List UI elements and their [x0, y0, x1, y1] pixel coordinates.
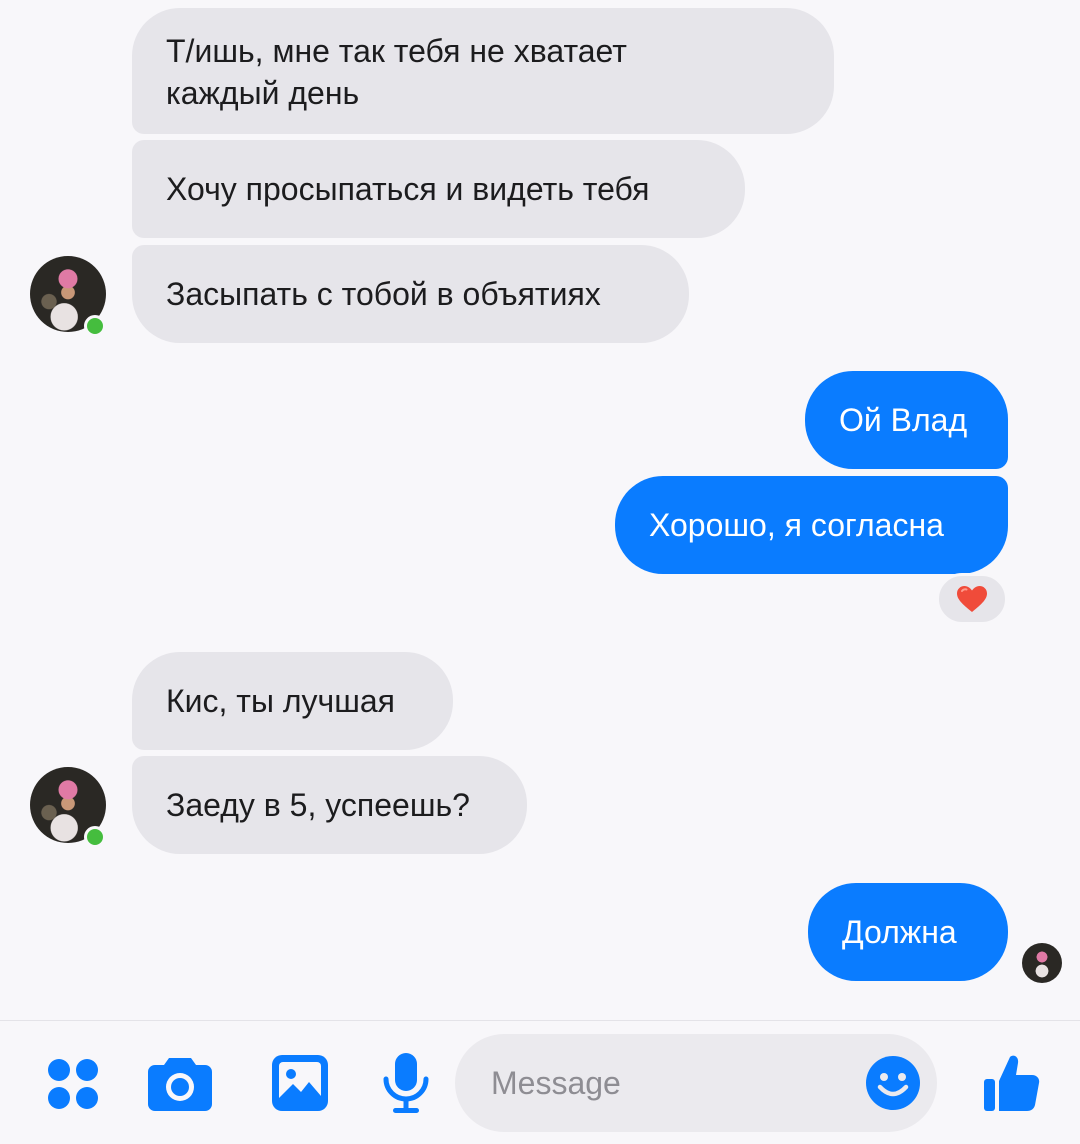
online-status-dot	[84, 826, 106, 848]
message-text: Хорошо, я согласна	[649, 507, 944, 543]
message-text: Заеду в 5, успеешь?	[166, 787, 470, 823]
message-text: Кис, ты лучшая	[166, 683, 395, 719]
emoji-icon[interactable]	[865, 1055, 921, 1111]
thumbs-up-icon[interactable]	[982, 1053, 1040, 1113]
message-bubble-incoming[interactable]: Кис, ты лучшая	[132, 652, 453, 750]
message-bubble-incoming[interactable]: Т/ишь, мне так тебя не хватает каждый де…	[132, 8, 834, 134]
message-bubble-incoming[interactable]: Засыпать с тобой в объятиях	[132, 245, 689, 343]
message-bubble-outgoing[interactable]: Хорошо, я согласна	[615, 476, 1008, 574]
gallery-icon[interactable]	[271, 1054, 329, 1112]
online-status-dot	[84, 315, 106, 337]
message-text: Хочу просыпаться и видеть тебя	[166, 171, 650, 207]
heart-icon	[957, 586, 987, 612]
message-bubble-outgoing[interactable]: Должна	[808, 883, 1008, 981]
message-text: Должна	[842, 914, 957, 950]
message-input[interactable]	[491, 1058, 851, 1108]
message-bubble-incoming[interactable]: Заеду в 5, успеешь?	[132, 756, 527, 854]
reaction-badge[interactable]	[936, 573, 1008, 625]
message-text-line: каждый день	[166, 75, 360, 111]
camera-icon[interactable]	[147, 1054, 213, 1112]
message-bubble-incoming[interactable]: Хочу просыпаться и видеть тебя	[132, 140, 745, 238]
message-text: Засыпать с тобой в объятиях	[166, 276, 601, 312]
microphone-icon[interactable]	[381, 1051, 431, 1115]
apps-grid-icon[interactable]	[45, 1056, 101, 1112]
message-bubble-outgoing[interactable]: Ой Влад	[805, 371, 1008, 469]
message-text: Ой Влад	[839, 402, 968, 438]
message-input-container[interactable]	[455, 1034, 937, 1132]
message-text-line: Т/ишь, мне так тебя не хватает	[166, 33, 627, 69]
message-composer	[0, 1020, 1080, 1144]
seen-receipt-avatar	[1022, 943, 1062, 983]
